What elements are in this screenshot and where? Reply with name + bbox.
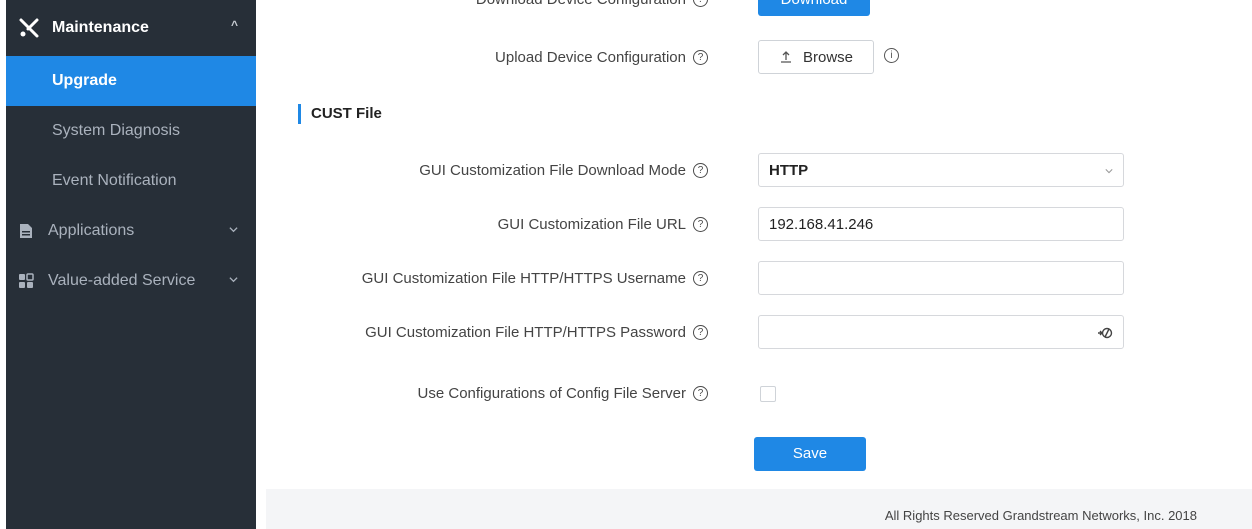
sidebar-item-label: Upgrade — [52, 72, 117, 89]
use-config-row: Use Configurations of Config File Server… — [266, 376, 1252, 412]
chevron-down-icon — [1105, 169, 1113, 174]
username-row: GUI Customization File HTTP/HTTPS Userna… — [266, 261, 1252, 297]
browse-button[interactable]: Browse — [758, 40, 874, 74]
sidebar-group-label: Applications — [48, 222, 135, 239]
upload-icon — [780, 51, 791, 63]
sidebar-item-upgrade[interactable]: Upgrade — [6, 56, 256, 106]
sidebar-item-label: Event Notification — [52, 172, 177, 189]
help-icon[interactable]: ? — [693, 163, 708, 178]
sidebar-group-value-added-service[interactable]: Value-added Service — [6, 256, 256, 306]
main-content: Download Device Configuration ? Download… — [266, 0, 1252, 529]
sidebar: Maintenance ^ Upgrade System Diagnosis E… — [6, 0, 256, 529]
tools-icon — [19, 18, 39, 38]
url-row: GUI Customization File URL ? 192.168.41.… — [266, 207, 1252, 243]
username-input[interactable] — [758, 261, 1124, 295]
password-row: GUI Customization File HTTP/HTTPS Passwo… — [266, 315, 1252, 351]
footer-copyright: All Rights Reserved Grandstream Networks… — [884, 508, 1197, 523]
chevron-up-icon: ^ — [230, 18, 238, 32]
download-mode-row: GUI Customization File Download Mode ? H… — [266, 153, 1252, 189]
download-mode-value: HTTP — [769, 162, 809, 179]
help-icon[interactable]: ? — [693, 386, 708, 401]
download-button[interactable]: Download — [758, 0, 870, 16]
sidebar-item-system-diagnosis[interactable]: System Diagnosis — [6, 106, 256, 156]
grid-icon — [19, 273, 34, 288]
help-icon[interactable]: ? — [693, 271, 708, 286]
eye-hidden-icon[interactable] — [1097, 325, 1113, 341]
url-label: GUI Customization File URL — [497, 216, 686, 233]
help-icon[interactable]: ? — [693, 325, 708, 340]
use-config-checkbox[interactable] — [760, 386, 776, 402]
url-input[interactable]: 192.168.41.246 — [758, 207, 1124, 241]
sidebar-item-event-notification[interactable]: Event Notification — [6, 156, 256, 206]
url-value: 192.168.41.246 — [769, 216, 874, 233]
sidebar-item-label: System Diagnosis — [52, 122, 181, 139]
download-mode-select[interactable]: HTTP — [758, 153, 1124, 187]
chevron-down-icon — [229, 227, 238, 233]
browse-label: Browse — [802, 48, 854, 66]
sidebar-group-applications[interactable]: Applications — [6, 206, 256, 256]
save-button[interactable]: Save — [754, 437, 866, 471]
help-icon[interactable]: ? — [693, 217, 708, 232]
document-icon — [20, 224, 32, 238]
use-config-label: Use Configurations of Config File Server — [417, 385, 686, 402]
password-input[interactable] — [758, 315, 1124, 349]
sidebar-header-label: Maintenance — [52, 19, 149, 36]
help-icon[interactable]: ? — [693, 0, 708, 7]
sidebar-group-label: Value-added Service — [48, 272, 196, 289]
upload-config-label: Upload Device Configuration — [495, 49, 686, 66]
help-icon[interactable]: ? — [693, 50, 708, 65]
section-title: CUST File — [298, 104, 382, 124]
chevron-down-icon — [229, 277, 238, 283]
download-config-label: Download Device Configuration — [476, 0, 686, 8]
password-label: GUI Customization File HTTP/HTTPS Passwo… — [365, 324, 686, 341]
download-mode-label: GUI Customization File Download Mode — [419, 162, 686, 179]
info-icon[interactable]: i — [884, 48, 899, 63]
sidebar-header-maintenance[interactable]: Maintenance ^ — [6, 0, 256, 56]
username-label: GUI Customization File HTTP/HTTPS Userna… — [361, 270, 686, 287]
download-config-row: Download Device Configuration ? Download — [266, 0, 1252, 18]
footer: All Rights Reserved Grandstream Networks… — [266, 489, 1252, 529]
